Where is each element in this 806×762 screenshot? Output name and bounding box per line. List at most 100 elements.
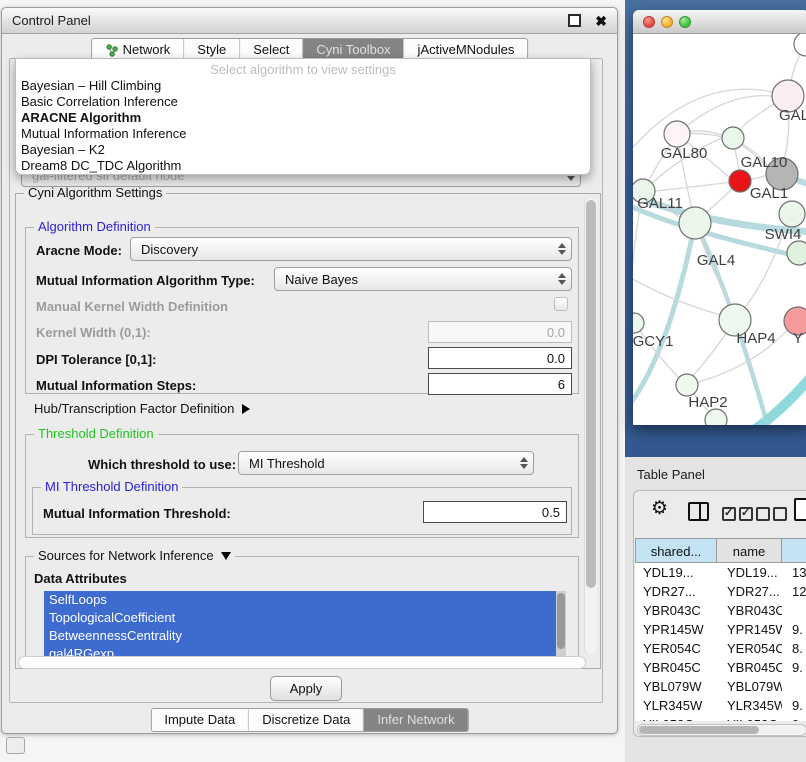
select-all-columns-icon[interactable] <box>722 505 756 521</box>
tab-impute-data[interactable]: Impute Data <box>151 709 248 731</box>
table-cell: YIL052C <box>717 715 782 721</box>
minimized-panel-icon[interactable] <box>6 737 25 754</box>
table-cell: YPR145W <box>635 620 717 639</box>
tab-infer-network[interactable]: Infer Network <box>363 709 467 731</box>
network-window-titlebar[interactable] <box>633 10 806 34</box>
data-attributes-label: Data Attributes <box>34 571 127 586</box>
network-node[interactable] <box>779 201 805 227</box>
table-cell: YBR045C <box>635 658 717 677</box>
table-row[interactable]: YBL079WYBL079W <box>635 677 806 696</box>
network-icon <box>105 44 118 57</box>
table-row[interactable]: YBR045CYBR045C9. <box>635 658 806 677</box>
manual-kernel-checkbox[interactable] <box>554 297 568 311</box>
close-icon[interactable]: ✖ <box>595 14 607 28</box>
table-panel: Table Panel ⚙ shared...name YDL19...YDL1… <box>625 457 806 762</box>
network-node[interactable] <box>664 121 690 147</box>
network-node[interactable] <box>787 241 806 265</box>
network-node[interactable] <box>705 409 727 425</box>
table-horizontal-scrollbar[interactable] <box>637 724 806 736</box>
attribute-item-betweennesscentrality[interactable]: BetweennessCentrality <box>44 627 556 645</box>
tab-label: Discretize Data <box>262 709 350 731</box>
combo-value: Discovery <box>141 242 549 257</box>
table-cell: 8. <box>782 639 806 658</box>
column-header-2[interactable] <box>782 538 806 563</box>
column-header-shared[interactable]: shared... <box>635 538 717 563</box>
column-layout-icon[interactable] <box>688 502 709 521</box>
scrollbar-thumb[interactable] <box>586 200 596 588</box>
cyni-settings-group: Cyni Algorithm Settings Algorithm Defini… <box>15 193 601 669</box>
dropdown-item-bayesian-k2[interactable]: Bayesian – K2 <box>16 142 590 158</box>
zoom-traffic-light[interactable] <box>679 16 691 28</box>
dropdown-item-mutual-information-inference[interactable]: Mutual Information Inference <box>16 126 590 142</box>
table-row[interactable]: YDR27...YDR27...12 <box>635 582 806 601</box>
network-node[interactable] <box>676 374 698 396</box>
network-desktop: GALGAL80GAL10GAL1GAL11GAL4SWI4GCY1HAP4YH… <box>625 0 806 457</box>
table-cell: 13 <box>782 563 806 582</box>
column-header-name[interactable]: name <box>717 538 782 563</box>
settings-vertical-scrollbar[interactable] <box>584 198 597 654</box>
network-node[interactable] <box>794 34 806 56</box>
kernel-width-field[interactable]: 0.0 <box>428 321 572 343</box>
network-node[interactable] <box>722 127 744 149</box>
which-threshold-select[interactable]: MI Threshold <box>238 451 534 475</box>
attribute-item-selfloops[interactable]: SelfLoops <box>44 591 556 609</box>
sources-group: Sources for Network Inference Data Attri… <box>25 556 579 668</box>
mi-type-label: Mutual Information Algorithm Type: <box>36 273 255 288</box>
apply-button[interactable]: Apply <box>270 676 342 701</box>
mi-algorithm-type-select[interactable]: Naive Bayes <box>274 267 572 291</box>
gear-icon[interactable]: ⚙ <box>651 499 668 518</box>
node-label: HAP4 <box>736 330 775 347</box>
dropdown-item-dream8-dc-tdc-algorithm[interactable]: Dream8 DC_TDC Algorithm <box>16 158 590 174</box>
table-cell: YPR145W <box>717 620 782 639</box>
table-cell: YBR043C <box>717 601 782 620</box>
network-node[interactable] <box>633 313 644 333</box>
dpi-tolerance-field[interactable]: 0.0 <box>428 347 572 369</box>
scrollbar-thumb[interactable] <box>557 593 565 649</box>
scrollbar-thumb[interactable] <box>639 726 759 734</box>
control-panel-titlebar[interactable]: Control Panel ✖ <box>2 8 617 34</box>
network-edge <box>655 181 740 191</box>
aracne-mode-select[interactable]: Discovery <box>130 237 572 261</box>
network-canvas[interactable]: GALGAL80GAL10GAL1GAL11GAL4SWI4GCY1HAP4YH… <box>633 34 806 425</box>
tab-discretize-data[interactable]: Discretize Data <box>248 709 363 731</box>
deselect-all-columns-icon[interactable] <box>756 505 790 521</box>
list-vertical-scrollbar[interactable] <box>556 591 566 661</box>
table-cell: YLR345W <box>635 696 717 715</box>
sources-legend[interactable]: Sources for Network Inference <box>34 548 235 564</box>
aracne-mode-label: Aracne Mode: <box>36 243 122 258</box>
table-row[interactable]: YIL052CYIL052C9. <box>635 715 806 721</box>
table-cell: YDL19... <box>717 563 782 582</box>
table-cell: YBL079W <box>635 677 717 696</box>
float-window-icon[interactable] <box>568 14 581 27</box>
table-row[interactable]: YDL19...YDL19...13 <box>635 563 806 582</box>
node-label: GAL10 <box>741 154 788 171</box>
network-node[interactable] <box>729 170 751 192</box>
table-row[interactable]: YLR345WYLR345W9. <box>635 696 806 715</box>
settings-horizontal-scrollbar[interactable] <box>18 656 586 669</box>
dropdown-item-aracne-algorithm[interactable]: ARACNE Algorithm <box>16 110 590 126</box>
table-cell: YBR045C <box>717 658 782 677</box>
mi-threshold-field[interactable]: 0.5 <box>423 501 567 523</box>
node-label: GAL11 <box>637 195 683 212</box>
node-label: SWI4 <box>765 226 802 243</box>
mi-steps-field[interactable]: 6 <box>428 373 572 395</box>
data-attributes-list[interactable]: SelfLoopsTopologicalCoefficientBetweenne… <box>44 591 556 661</box>
close-traffic-light[interactable] <box>643 16 655 28</box>
control-panel-title: Control Panel <box>12 13 91 28</box>
tab-label: Infer Network <box>377 709 454 731</box>
minimize-traffic-light[interactable] <box>661 16 673 28</box>
table-cell: 9. <box>782 715 806 721</box>
dropdown-item-basic-correlation-inference[interactable]: Basic Correlation Inference <box>16 94 590 110</box>
kernel-width-label: Kernel Width (0,1): <box>36 325 151 340</box>
network-view-window[interactable]: GALGAL80GAL10GAL1GAL11GAL4SWI4GCY1HAP4YH… <box>633 10 806 425</box>
dropdown-item-bayesian-hill-climbing[interactable]: Bayesian – Hill Climbing <box>16 78 590 94</box>
table-row[interactable]: YER054CYER054C8. <box>635 639 806 658</box>
attribute-item-topologicalcoefficient[interactable]: TopologicalCoefficient <box>44 609 556 627</box>
table-row[interactable]: YPR145WYPR145W9. <box>635 620 806 639</box>
algorithm-dropdown-popup: Select algorithm to view settingsBayesia… <box>15 58 591 175</box>
table-row[interactable]: YBR043CYBR043C <box>635 601 806 620</box>
new-table-icon[interactable] <box>794 498 806 521</box>
network-node[interactable] <box>679 207 711 239</box>
hub-definition-toggle[interactable]: Hub/Transcription Factor Definition <box>34 401 250 416</box>
table-cell: YLR345W <box>717 696 782 715</box>
